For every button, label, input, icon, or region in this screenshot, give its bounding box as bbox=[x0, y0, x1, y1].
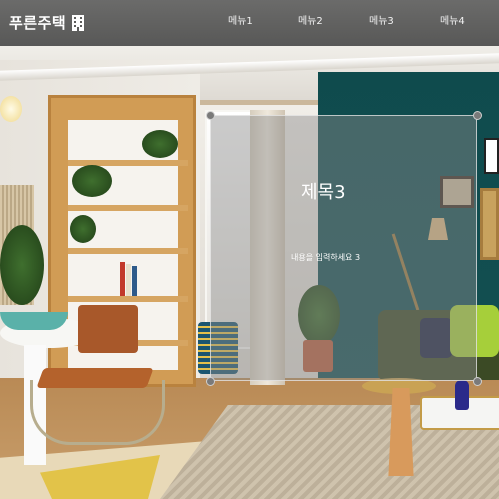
resize-handle-top-left[interactable] bbox=[206, 111, 215, 120]
card-body-text: 내용을 입력하세요 3 bbox=[291, 253, 361, 262]
top-navigation-bar: 푸른주택 메뉴1 메뉴2 메뉴3 메뉴4 bbox=[0, 0, 499, 46]
nav-menu-3[interactable]: 메뉴3 bbox=[369, 12, 394, 27]
nav-menu-1[interactable]: 메뉴1 bbox=[228, 12, 253, 27]
wall-frame bbox=[484, 138, 499, 174]
building-icon bbox=[71, 14, 85, 31]
nav-menu-2[interactable]: 메뉴2 bbox=[298, 12, 323, 27]
content-card[interactable]: 제목3 내용을 입력하세요 3 bbox=[210, 115, 477, 381]
brand-logo[interactable]: 푸른주택 bbox=[9, 12, 85, 33]
resize-handle-bottom-left[interactable] bbox=[206, 377, 215, 386]
brand-name: 푸른주택 bbox=[9, 14, 67, 32]
nav-menu-4[interactable]: 메뉴4 bbox=[440, 12, 465, 27]
wall-lamp bbox=[0, 96, 22, 122]
card-title: 제목3 bbox=[301, 182, 346, 203]
resize-handle-bottom-right[interactable] bbox=[473, 377, 482, 386]
wall-frame bbox=[480, 188, 499, 260]
resize-handle-top-right[interactable] bbox=[473, 111, 482, 120]
